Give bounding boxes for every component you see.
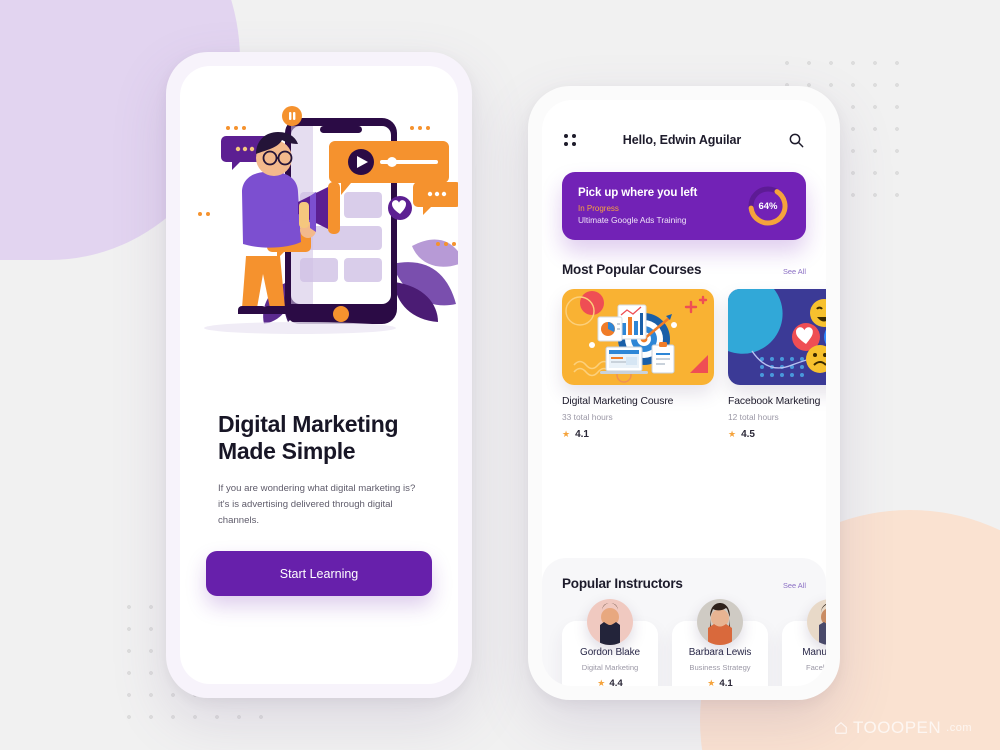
search-icon[interactable]: [788, 132, 804, 148]
course-thumbnail-facebook-marketing: [728, 289, 826, 385]
course-title: Facebook Marketing: [728, 396, 821, 407]
instructor-name: Manuel Cruz: [802, 647, 826, 658]
facebook-reactions-illustration: [728, 289, 826, 385]
course-thumbnail-digital-marketing: [562, 289, 714, 385]
marketing-target-illustration: [562, 289, 714, 385]
onboarding-subtitle: If you are wondering what digital market…: [218, 481, 428, 528]
instructor-field: Business Strategy: [689, 663, 751, 672]
course-hours: 33 total hours: [562, 412, 613, 422]
phone-mockup-onboarding: Digital Marketing Made Simple If you are…: [166, 52, 472, 698]
resume-course-card[interactable]: Pick up where you left In Progress Ultim…: [562, 172, 806, 240]
marketing-megaphone-illustration: [198, 106, 458, 334]
course-rating-value: 4.1: [575, 429, 589, 440]
instructor-card[interactable]: Barbara Lewis Business Strategy ★ 4.1 Fo…: [672, 599, 768, 686]
instructor-rating: ★ 4.1: [678, 678, 762, 686]
avatar-gordon-blake: [587, 599, 633, 645]
instructor-name: Barbara Lewis: [688, 647, 752, 658]
course-card[interactable]: Facebook Marketing 12 total hours ★ 4.5: [728, 289, 826, 440]
star-icon: ★: [728, 429, 737, 439]
instructor-rating-value: 4.1: [719, 678, 733, 686]
course-hours: 12 total hours: [728, 412, 779, 422]
instructors-panel: Popular Instructors See All Gordon Blake…: [542, 558, 826, 686]
avatar: [697, 599, 743, 645]
onboarding-subtitle-line2: it's is advertising delivered through di…: [218, 499, 393, 526]
avatar-manuel-cruz: [807, 599, 826, 645]
avatar: [807, 599, 826, 645]
avatar: [587, 599, 633, 645]
onboarding-title: Digital Marketing Made Simple: [218, 411, 428, 464]
courses-see-all-link[interactable]: See All: [783, 267, 806, 276]
resume-card-texts: Pick up where you left In Progress Ultim…: [578, 187, 746, 225]
instructors-section-title: Popular Instructors: [562, 576, 683, 591]
progress-ring: 64%: [746, 184, 790, 228]
course-rating: ★ 4.5: [728, 429, 826, 440]
instructor-rating-value: 4.4: [609, 678, 623, 686]
instructor-card[interactable]: Gordon Blake Digital Marketing ★ 4.4 Fol…: [562, 599, 658, 686]
onboarding-copy: Digital Marketing Made Simple If you are…: [218, 411, 428, 529]
instructor-rating: ★ 4.4: [568, 678, 652, 686]
onboarding-subtitle-line1: If you are wondering what digital market…: [218, 483, 416, 495]
onboarding-illustration: [180, 96, 458, 346]
instructor-rating: ★ 4.3: [788, 678, 826, 686]
instructor-field: Digital Marketing: [581, 663, 639, 672]
resume-card-title: Pick up where you left: [578, 187, 698, 199]
course-card[interactable]: Digital Marketing Cousre 33 total hours …: [562, 289, 714, 440]
onboarding-title-line1: Digital Marketing: [218, 411, 399, 437]
greeting-text: Hello, Edwin Aguilar: [622, 133, 742, 147]
instructors-section-header: Popular Instructors See All: [542, 576, 826, 591]
phone-mockup-home: Hello, Edwin Aguilar Pick up where you l…: [528, 86, 840, 700]
star-icon: ★: [817, 678, 826, 686]
progress-percent-label: 64%: [758, 200, 778, 212]
course-title: Digital Marketing Cousre: [562, 396, 674, 407]
instructors-list[interactable]: Gordon Blake Digital Marketing ★ 4.4 Fol…: [542, 591, 826, 686]
onboarding-title-line2: Made Simple: [218, 437, 356, 464]
courses-section-header: Most Popular Courses See All: [542, 262, 826, 277]
start-learning-button[interactable]: Start Learning: [206, 551, 432, 596]
courses-section-title: Most Popular Courses: [562, 262, 702, 277]
course-rating: ★ 4.1: [562, 429, 714, 440]
instructor-name: Gordon Blake: [580, 647, 640, 658]
instructor-field: Facebook Ads: [805, 663, 826, 672]
screenshot-canvas: Digital Marketing Made Simple If you are…: [0, 0, 1000, 750]
avatar-barbara-lewis: [697, 599, 743, 645]
star-icon: ★: [562, 429, 571, 439]
star-icon: ★: [707, 678, 716, 686]
resume-card-status: In Progress: [578, 204, 619, 213]
onboarding-screen: Digital Marketing Made Simple If you are…: [180, 66, 458, 684]
course-rating-value: 4.5: [741, 429, 755, 440]
grid-menu-icon[interactable]: [564, 134, 576, 146]
home-screen: Hello, Edwin Aguilar Pick up where you l…: [542, 100, 826, 686]
resume-card-course-name: Ultimate Google Ads Training: [578, 215, 687, 225]
courses-list[interactable]: Digital Marketing Cousre 33 total hours …: [542, 289, 826, 440]
app-header: Hello, Edwin Aguilar: [542, 100, 826, 148]
instructors-see-all-link[interactable]: See All: [783, 581, 806, 590]
star-icon: ★: [597, 678, 606, 686]
instructor-card[interactable]: Manuel Cruz Facebook Ads ★ 4.3 Follow: [782, 599, 826, 686]
